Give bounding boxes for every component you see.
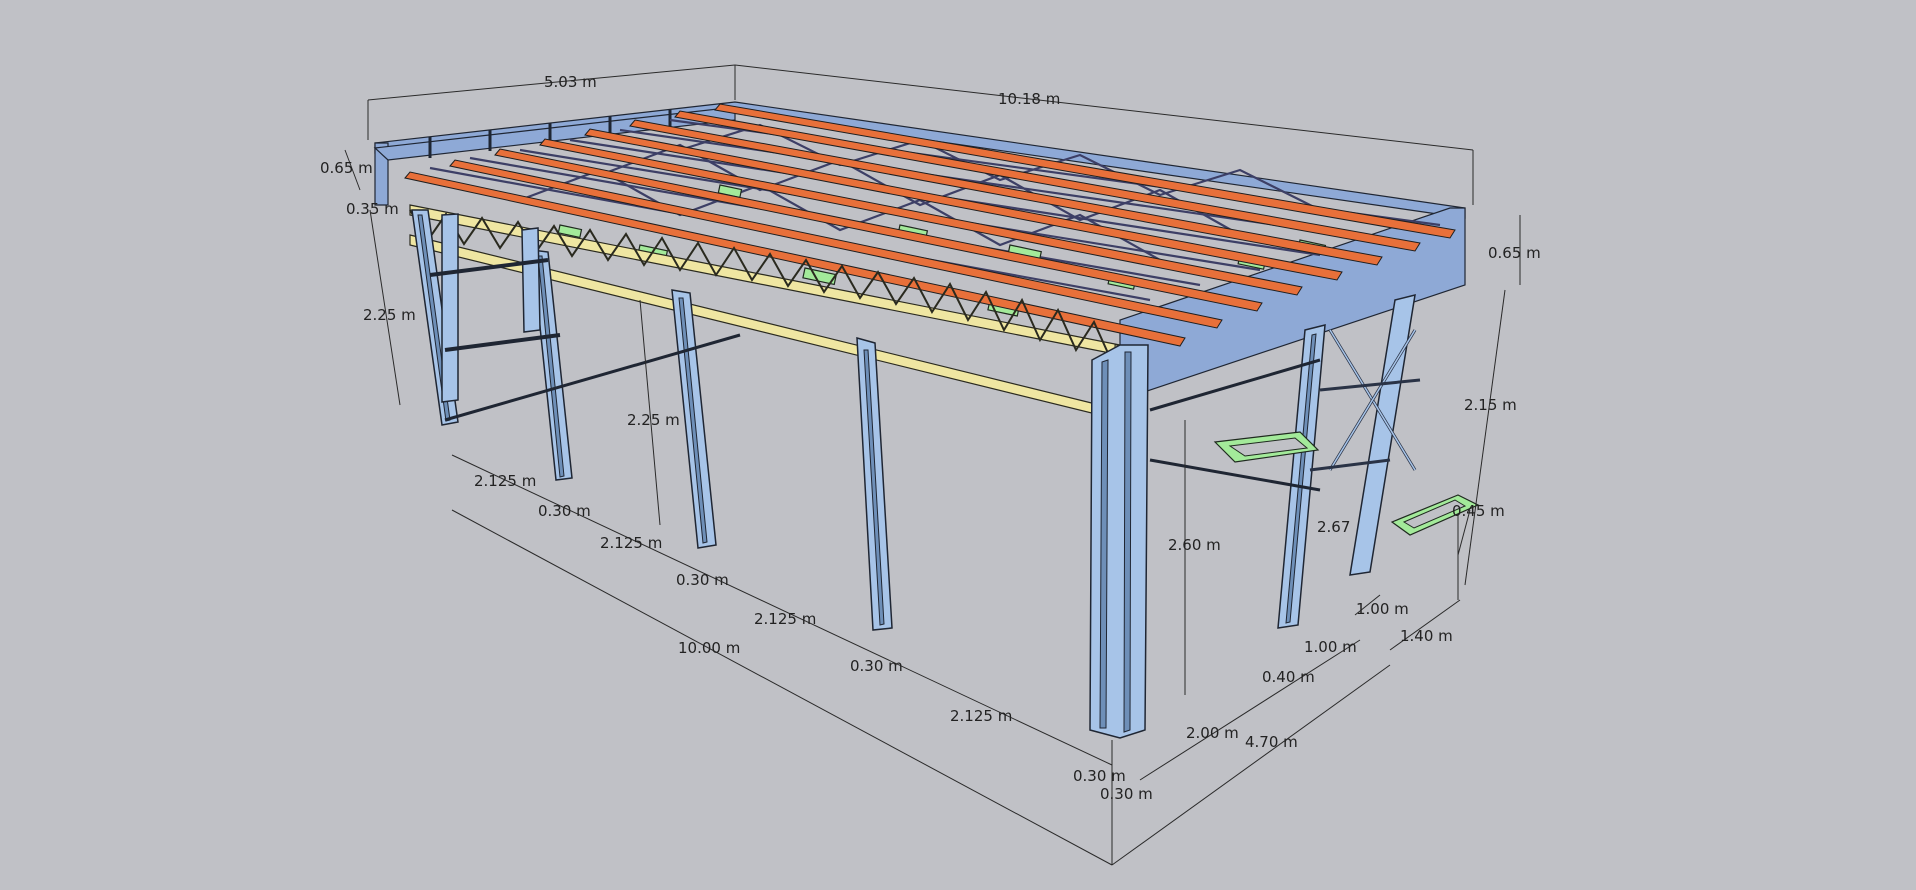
dim-step-height: 0.45 m: [1452, 502, 1505, 520]
dim-roof-width: 5.03 m: [544, 73, 597, 91]
dim-parapet-right: 0.65 m: [1488, 244, 1541, 262]
structure-drawing: 5.03 m 10.18 m 0.65 m 0.35 m 2.25 m 2.25…: [320, 64, 1541, 866]
dim-spacing-3: 2.125 m: [754, 610, 816, 628]
dim-side-bay: 2.00 m: [1186, 724, 1239, 742]
dim-spacing-4: 2.125 m: [950, 707, 1012, 725]
dim-col-width-4: 0.30 m: [1073, 767, 1126, 785]
dim-total-length: 10.00 m: [678, 639, 740, 657]
column-right-2: [1349, 293, 1416, 576]
dim-parapet-left: 0.65 m: [320, 159, 373, 177]
end-bracing: [1309, 329, 1421, 472]
dim-roof-length: 10.18 m: [998, 90, 1060, 108]
dim-spacing-1: 2.125 m: [474, 472, 536, 490]
dim-right-column-height: 2.15 m: [1464, 396, 1517, 414]
dim-platform-1: 1.00 m: [1304, 638, 1357, 656]
dim-platform-2: 1.00 m: [1356, 600, 1409, 618]
model-viewport[interactable]: 5.03 m 10.18 m 0.65 m 0.35 m 2.25 m 2.25…: [0, 0, 1916, 890]
column-back-2: [441, 213, 459, 403]
dim-side-col: 0.40 m: [1262, 668, 1315, 686]
dim-corner-column-height: 2.60 m: [1168, 536, 1221, 554]
column-front-right: [1089, 344, 1149, 739]
dim-col-width-5: 0.30 m: [1100, 785, 1153, 803]
dim-front-column-height: 2.25 m: [363, 306, 416, 324]
dim-side-total: 4.70 m: [1245, 733, 1298, 751]
dim-col-width-1: 0.30 m: [538, 502, 591, 520]
dim-platform-depth: 1.40 m: [1400, 627, 1453, 645]
dim-truss-offset: 0.35 m: [346, 200, 399, 218]
dim-partial-label: 2.67: [1317, 518, 1350, 536]
column-back-1: [521, 227, 541, 333]
dim-col-width-3: 0.30 m: [850, 657, 903, 675]
dim-col-width-2: 0.30 m: [676, 571, 729, 589]
dim-spacing-2: 2.125 m: [600, 534, 662, 552]
dim-inner-column-height: 2.25 m: [627, 411, 680, 429]
purlin-4: [539, 138, 1303, 296]
